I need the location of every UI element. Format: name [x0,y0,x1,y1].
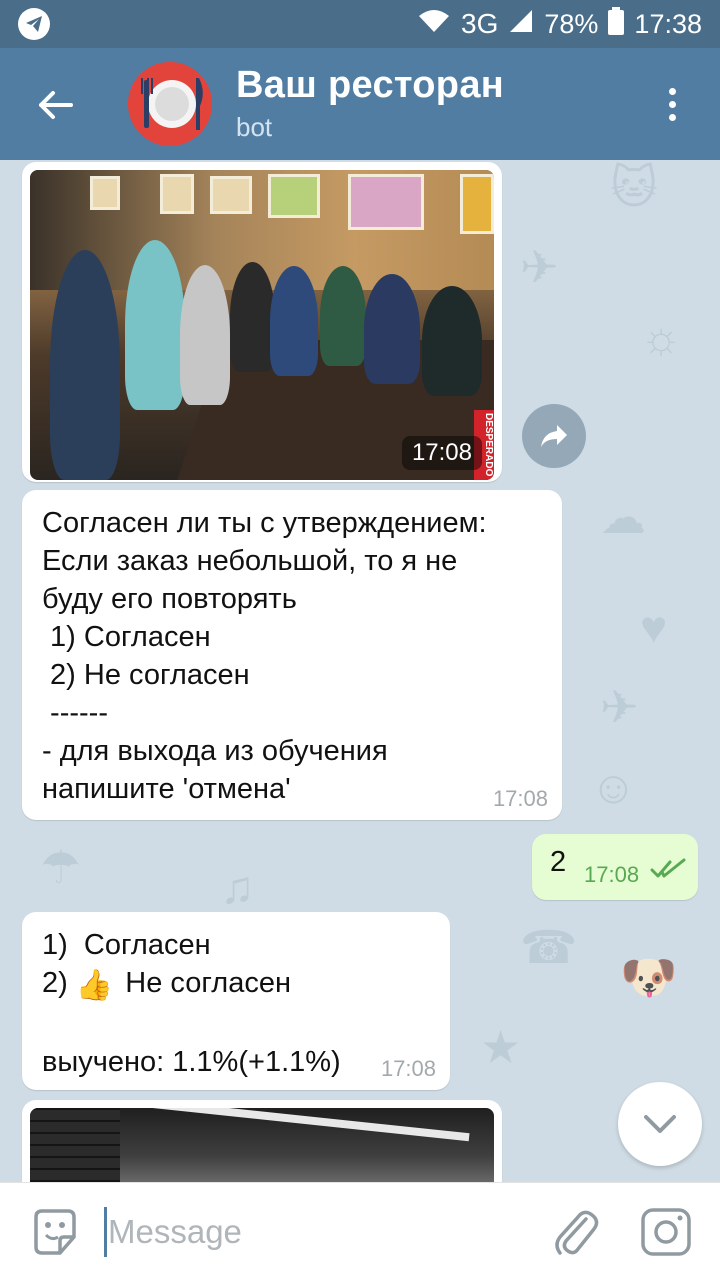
message-line: выучено: 1.1%(+1.1%) [42,1046,341,1078]
chevron-down-icon [644,1115,676,1133]
message-line: - для выхода из обучения [42,735,388,767]
outgoing-message[interactable]: 2 17:08 [532,834,698,900]
restaurant-photo[interactable] [30,1108,494,1182]
background-doodle-icon: ✈ [600,681,639,733]
background-doodle-icon: ♥ [640,601,668,653]
background-doodle-icon: 🐱 [610,161,658,213]
more-menu-button[interactable] [652,84,692,124]
emoji-button[interactable] [30,1207,80,1257]
photo-message[interactable]: DESPERADO 17:08 [22,162,502,482]
incoming-message[interactable]: 1) Согласен 2) 👍 Не согласен выучено: 1.… [22,912,450,1090]
message-line: Согласен ли ты с утверждением: [42,507,487,539]
status-icons: 3G 78% 17:38 [417,0,702,48]
network-type: 3G [461,8,499,39]
message-line: 1) Согласен [42,929,211,961]
chat-subtitle: bot [236,112,273,142]
background-doodle-icon: ★ [480,1021,522,1073]
photo-frame [348,174,424,230]
back-button[interactable] [30,80,80,130]
message-time: 17:08 [380,1056,436,1081]
background-doodle-icon: ☎ [520,921,578,973]
avatar[interactable] [128,62,212,146]
battery-icon [608,6,625,42]
background-doodle-icon: ☺ [590,761,637,813]
photo-person [320,266,366,366]
message-line: ------ [42,697,109,729]
chat-header: Ваш ресторан bot [0,48,720,160]
message-time: 17:08 [401,436,482,470]
photo-brick-wall [30,1108,120,1182]
photo-person [230,262,275,372]
sticker-icon [34,1209,76,1255]
photo-frame [460,174,494,234]
restaurant-photo[interactable]: DESPERADO 17:08 [30,170,494,480]
menu-dot [668,113,676,121]
telegram-notification-icon [18,8,50,40]
message-line-text: Не согласен [117,967,291,999]
message-time: 17:08 [492,786,548,811]
thumbs-up-icon: 👍 [75,969,114,1002]
background-doodle-icon: ♫ [220,861,255,913]
more-vertical-icon [668,87,676,95]
message-line: буду его повторять [42,583,297,615]
incoming-message[interactable]: Согласен ли ты с утверждением: Если зака… [22,490,562,820]
photo-frame [268,174,320,218]
photo-beam [140,1108,470,1142]
menu-dot [668,100,676,108]
battery-level: 78% [544,8,599,39]
message-input-bar [0,1182,720,1280]
paperclip-icon [555,1210,599,1255]
background-doodle-icon: 🐶 [620,951,678,1003]
chat-title[interactable]: Ваш ресторан [236,64,504,107]
photo-person [50,250,120,480]
photo-frame [90,176,120,210]
message-line: 2) Не согласен [42,659,250,691]
background-doodle-icon: ☂ [40,841,82,893]
double-check-icon [650,858,686,885]
wifi-icon [417,8,451,41]
forward-button[interactable] [522,404,586,468]
message-text: 1) Согласен 2) 👍 Не согласен выучено: 1.… [42,926,430,1081]
photo-person [270,266,318,376]
background-doodle-icon: ☼ [640,311,683,363]
photo-message[interactable] [22,1100,502,1182]
camera-button[interactable] [640,1207,692,1257]
message-text: Согласен ли ты с утверждением: Если зака… [42,504,542,808]
signal-icon [508,8,534,41]
scroll-down-button[interactable] [618,1082,702,1166]
status-bar: 3G 78% 17:38 [0,0,720,48]
background-doodle-icon: ☁ [600,491,646,543]
camera-icon [641,1208,691,1256]
clock: 17:38 [634,8,702,39]
background-doodle-icon: ✈ [520,241,559,293]
message-text: 2 [550,846,567,878]
photo-person [125,240,185,410]
message-line: напишите 'отмена' [42,773,291,805]
text-cursor [104,1207,107,1257]
attach-button[interactable] [552,1205,600,1259]
message-time: 17:08 [584,862,640,887]
message-line: 2) 👍 Не согласен [42,964,430,1005]
photo-frame [210,176,252,214]
message-line: Если заказ небольшой, то я не [42,545,458,577]
photo-frame [160,174,194,214]
arrow-left-icon [39,91,73,119]
photo-person [422,286,482,396]
message-input[interactable] [108,1207,528,1257]
photo-person [364,274,420,384]
message-line-prefix: 2) [42,967,76,999]
chat-area[interactable]: 🐱 ✈ ☼ ☁ ♥ ✈ ☺ ☂ ♫ ☎ 🐶 ★ DESPERADO 17:08 [0,160,720,1182]
photo-person [180,265,230,405]
share-forward-icon [541,425,567,447]
message-line: 1) Согласен [42,621,211,653]
